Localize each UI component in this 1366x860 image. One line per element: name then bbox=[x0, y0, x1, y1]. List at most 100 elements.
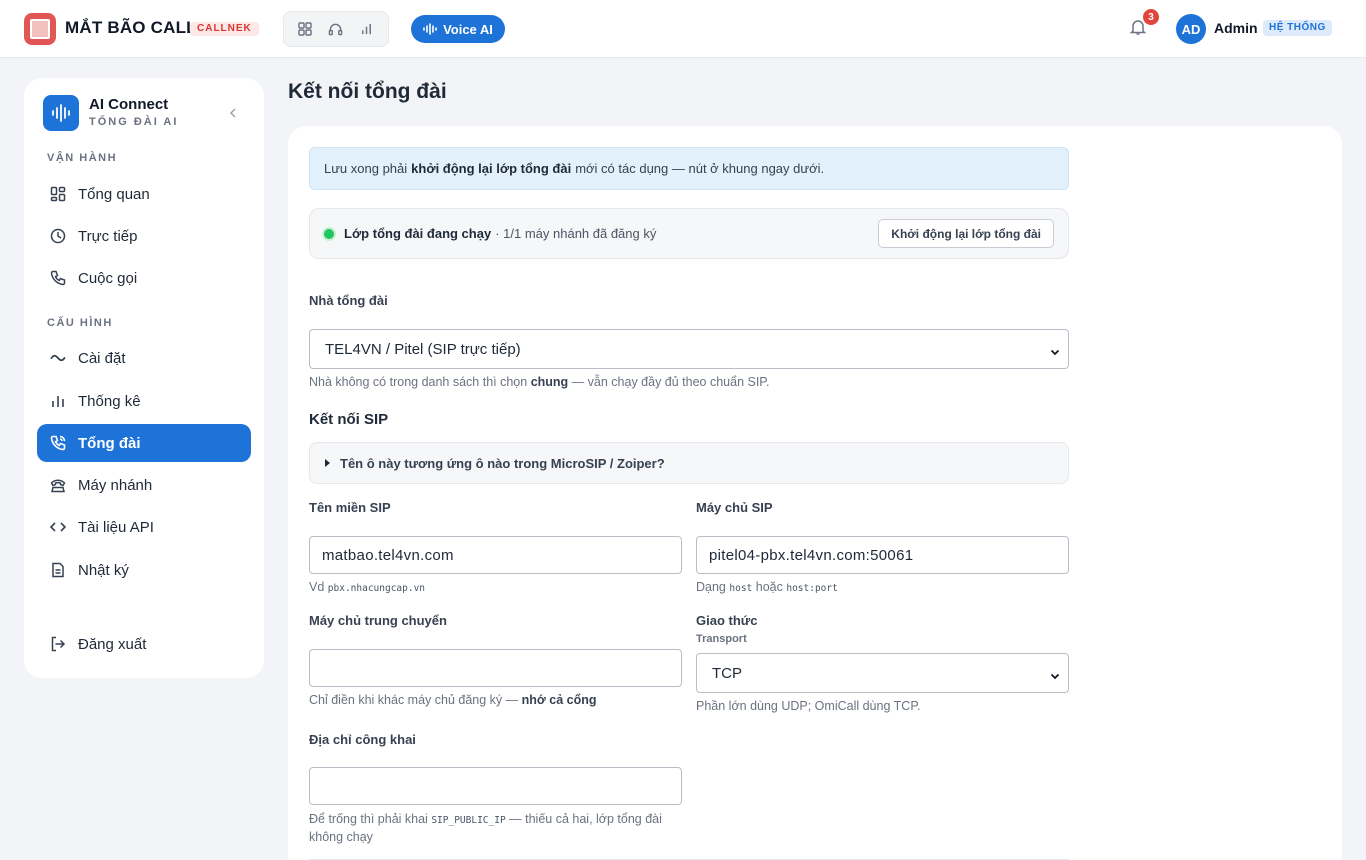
sip-server-label: Máy chủ SIP bbox=[696, 500, 773, 515]
sidebar-section-operations: VẬN HÀNH bbox=[47, 152, 118, 164]
brand-name[interactable]: MẮT BÃO CALL bbox=[65, 18, 197, 38]
caret-right-icon bbox=[325, 459, 330, 467]
sidebar-item-statistics[interactable]: Thống kê bbox=[37, 382, 251, 420]
brand-badge: CALLNEK bbox=[190, 22, 259, 36]
transport-sublabel: Transport bbox=[696, 633, 747, 645]
page-title: Kết nối tổng đài bbox=[288, 80, 447, 103]
dashboard-icon bbox=[49, 186, 66, 203]
proxy-hint: Chỉ điền khi khác máy chủ đăng ký — nhớ … bbox=[309, 693, 597, 707]
top-bar: MẮT BÃO CALL CALLNEK Voice AI 3 AD Admin… bbox=[0, 0, 1366, 58]
provider-hint-bold: chung bbox=[530, 375, 569, 389]
proxy-hint-bold: nhớ cả cổng bbox=[521, 693, 597, 707]
sidebar-item-live[interactable]: Trực tiếp bbox=[37, 217, 251, 255]
sidebar-item-overview[interactable]: Tổng quan bbox=[37, 175, 251, 213]
phone-icon bbox=[49, 270, 66, 287]
sip-server-input[interactable]: pitel04-pbx.tel4vn.com:50061 bbox=[696, 536, 1069, 574]
details-summary: Tên ô này tương ứng ô nào trong MicroSIP… bbox=[340, 455, 665, 471]
restart-notice: Lưu xong phải khởi động lại lớp tổng đài… bbox=[309, 147, 1069, 190]
transport-label: Giao thức bbox=[696, 613, 758, 628]
chevron-down-icon bbox=[1050, 668, 1060, 680]
public-ip-hint: Để trống thì phải khai SIP_PUBLIC_IP — t… bbox=[309, 811, 682, 846]
sidebar-item-label: Máy nhánh bbox=[78, 476, 153, 494]
user-role-badge: HỆ THỐNG bbox=[1263, 20, 1332, 36]
stats-icon bbox=[49, 393, 66, 410]
handset-icon bbox=[49, 477, 66, 494]
headset-icon[interactable] bbox=[325, 18, 347, 40]
sidebar-app-name: AI Connect bbox=[89, 96, 169, 113]
clock-icon bbox=[49, 228, 66, 245]
provider-hint: Nhà không có trong danh sách thì chọn ch… bbox=[309, 375, 770, 389]
sidebar-item-extensions[interactable]: Máy nhánh bbox=[37, 466, 251, 504]
provider-hint-suffix: — vẫn chạy đầy đủ theo chuẩn SIP. bbox=[571, 375, 770, 389]
waveform-icon bbox=[423, 23, 437, 35]
logout-button[interactable]: Đăng xuất bbox=[37, 625, 251, 663]
sip-server-hint: Dạng host hoặc host:port bbox=[696, 580, 838, 594]
brand-logo[interactable] bbox=[24, 13, 56, 45]
grid-icon[interactable] bbox=[294, 18, 316, 40]
sidebar-item-calls[interactable]: Cuộc gọi bbox=[37, 259, 251, 297]
proxy-input[interactable] bbox=[309, 649, 682, 687]
phone-call-icon bbox=[49, 435, 66, 452]
proxy-label: Máy chủ trung chuyển bbox=[309, 613, 447, 628]
sidebar-item-label: Cài đặt bbox=[78, 349, 126, 367]
transport-select[interactable]: TCP bbox=[696, 653, 1069, 693]
provider-select-value: TEL4VN / Pitel (SIP trực tiếp) bbox=[325, 340, 521, 358]
transport-select-value: TCP bbox=[712, 664, 742, 682]
chevron-down-icon bbox=[1050, 344, 1060, 356]
sidebar-item-label: Nhật ký bbox=[78, 561, 129, 579]
sip-server-hint-code2: host:port bbox=[786, 583, 838, 594]
sidebar-item-switchboard[interactable]: Tổng đài bbox=[37, 424, 251, 462]
ai-connect-logo-icon bbox=[43, 95, 79, 131]
provider-select[interactable]: TEL4VN / Pitel (SIP trực tiếp) bbox=[309, 329, 1069, 369]
switchboard-status: Lớp tổng đài đang chạy · 1/1 máy nhánh đ… bbox=[309, 208, 1069, 259]
log-icon bbox=[49, 562, 66, 579]
voice-ai-label: Voice AI bbox=[443, 21, 493, 37]
app-switcher bbox=[283, 11, 389, 47]
settings-icon bbox=[49, 350, 66, 367]
status-dot bbox=[324, 228, 334, 239]
sidebar-item-label: Tổng đài bbox=[78, 434, 141, 452]
public-ip-hint-prefix: Để trống thì phải khai bbox=[309, 812, 428, 826]
sidebar: AI Connect TỔNG ĐÀI AI VẬN HÀNH Tổng qua… bbox=[24, 78, 264, 678]
sip-server-hint-prefix: Dạng bbox=[696, 580, 726, 594]
sip-domain-input[interactable]: matbao.tel4vn.com bbox=[309, 536, 682, 574]
logout-label: Đăng xuất bbox=[78, 635, 147, 653]
status-sub: · 1/1 máy nhánh đã đăng ký bbox=[495, 226, 657, 241]
sip-domain-hint-code: pbx.nhacungcap.vn bbox=[327, 583, 426, 594]
avatar[interactable]: AD bbox=[1176, 14, 1206, 44]
notice-bold: khởi động lại lớp tổng đài bbox=[411, 161, 572, 176]
notice-suffix: mới có tác dụng — nút ở khung ngay dưới. bbox=[575, 161, 825, 176]
provider-hint-prefix: Nhà không có trong danh sách thì chọn bbox=[309, 375, 528, 389]
sidebar-item-label: Thống kê bbox=[78, 392, 141, 410]
notice-prefix: Lưu xong phải bbox=[324, 161, 408, 176]
sidebar-app-subtitle: TỔNG ĐÀI AI bbox=[89, 116, 179, 128]
provider-label: Nhà tổng đài bbox=[309, 293, 388, 308]
sidebar-item-label: Tổng quan bbox=[78, 185, 150, 203]
sidebar-item-settings[interactable]: Cài đặt bbox=[37, 339, 251, 377]
sidebar-item-log[interactable]: Nhật ký bbox=[37, 551, 251, 589]
field-mapping-details[interactable]: Tên ô này tương ứng ô nào trong MicroSIP… bbox=[309, 442, 1069, 484]
proxy-hint-prefix: Chỉ điền khi khác máy chủ đăng ký — bbox=[309, 693, 519, 707]
transport-hint: Phần lớn dùng UDP; OmiCall dùng TCP. bbox=[696, 699, 921, 713]
sidebar-item-label: Cuộc gọi bbox=[78, 269, 138, 287]
sidebar-item-label: Tài liệu API bbox=[78, 518, 154, 536]
public-ip-hint-code: SIP_PUBLIC_IP bbox=[431, 815, 506, 826]
settings-card: Lưu xong phải khởi động lại lớp tổng đài… bbox=[288, 126, 1342, 860]
restart-switchboard-button[interactable]: Khởi động lại lớp tổng đài bbox=[878, 219, 1054, 248]
code-icon bbox=[49, 519, 66, 536]
bar-chart-icon[interactable] bbox=[356, 18, 378, 40]
sip-section-heading: Kết nối SIP bbox=[309, 411, 389, 428]
logout-icon bbox=[49, 636, 66, 653]
sidebar-item-label: Trực tiếp bbox=[78, 227, 138, 245]
sidebar-item-api-docs[interactable]: Tài liệu API bbox=[37, 508, 251, 546]
sip-domain-hint: Vd pbx.nhacungcap.vn bbox=[309, 580, 425, 594]
sip-server-hint-code1: host bbox=[729, 583, 753, 594]
sip-domain-hint-prefix: Vd bbox=[309, 580, 325, 594]
collapse-sidebar-icon[interactable] bbox=[226, 106, 240, 120]
public-ip-input[interactable] bbox=[309, 767, 682, 805]
voice-ai-button[interactable]: Voice AI bbox=[411, 15, 505, 43]
sidebar-section-config: CẤU HÌNH bbox=[47, 317, 113, 329]
sip-domain-label: Tên miền SIP bbox=[309, 500, 391, 515]
sip-server-hint-mid: hoặc bbox=[755, 580, 783, 594]
user-name[interactable]: Admin bbox=[1214, 20, 1258, 36]
